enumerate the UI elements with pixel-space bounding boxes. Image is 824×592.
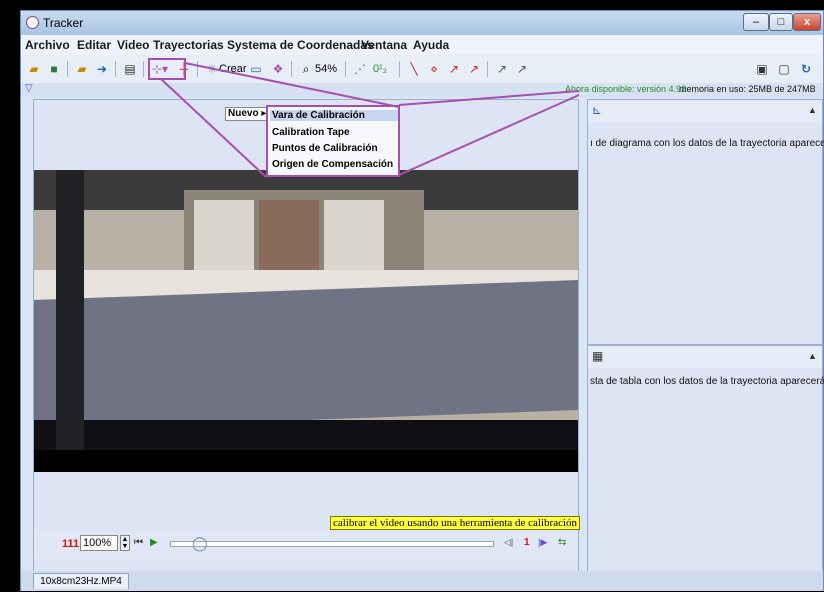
highlight-annotation [148, 58, 580, 178]
tracker-window: Tracker – □ x Archivo Editar Video Traye… [20, 10, 824, 591]
